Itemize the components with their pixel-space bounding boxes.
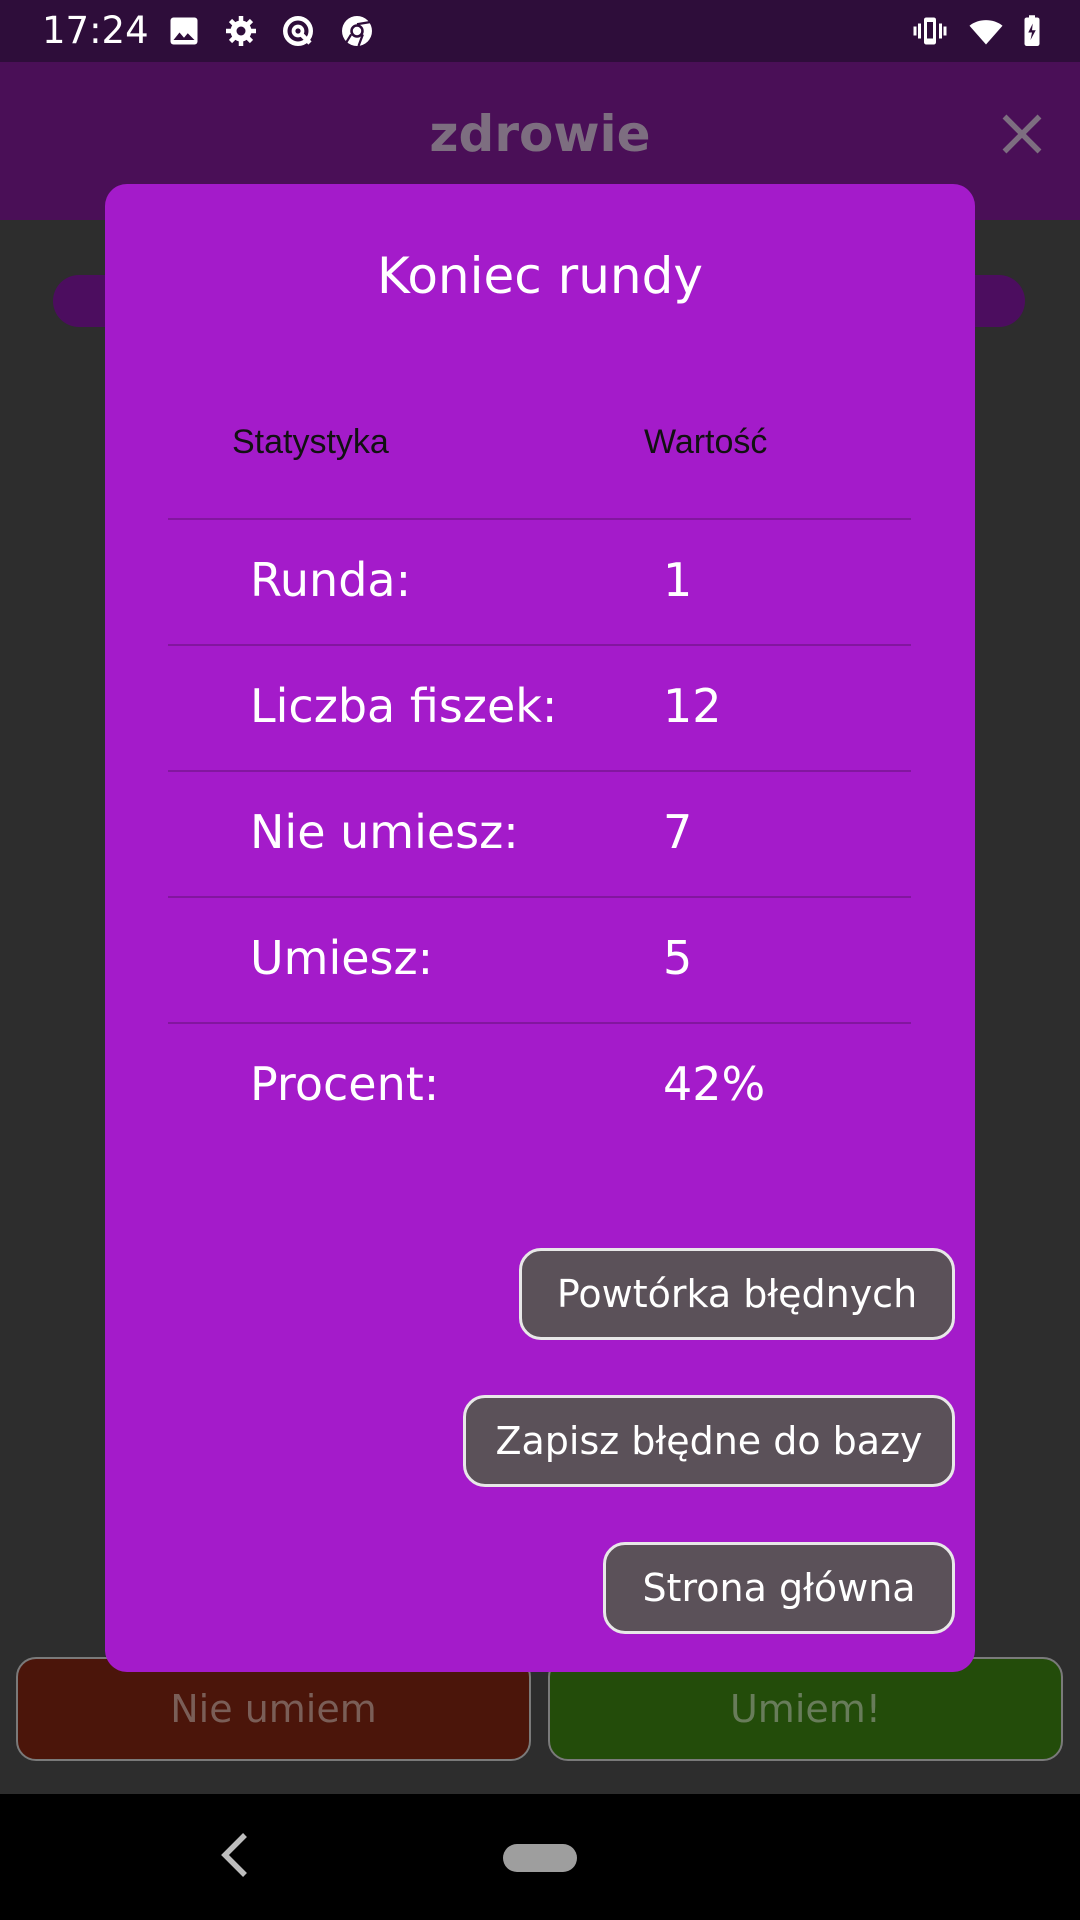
dialog-title: Koniec rundy bbox=[377, 247, 703, 305]
column-header-value: Wartość bbox=[644, 423, 768, 461]
stat-label: Umiesz: bbox=[250, 931, 434, 985]
stat-row: Procent: 42% bbox=[168, 1022, 911, 1150]
round-summary-dialog: Koniec rundy Statystyka Wartość Runda: 1… bbox=[105, 184, 975, 1672]
dont-know-button[interactable]: Nie umiem bbox=[16, 1657, 531, 1761]
stat-label: Runda: bbox=[250, 553, 412, 607]
stat-label: Liczba fiszek: bbox=[250, 679, 558, 733]
gear-icon bbox=[226, 16, 256, 46]
status-bar: 17:24 bbox=[0, 0, 1080, 62]
stat-row: Nie umiesz: 7 bbox=[168, 770, 911, 898]
stat-value: 12 bbox=[663, 679, 722, 733]
stat-value: 42% bbox=[663, 1057, 766, 1111]
image-icon bbox=[170, 17, 198, 45]
data-saver-icon bbox=[283, 16, 313, 46]
close-icon[interactable] bbox=[992, 104, 1052, 164]
repeat-wrong-button[interactable]: Powtórka błędnych bbox=[519, 1248, 955, 1340]
stat-row: Umiesz: 5 bbox=[168, 896, 911, 1024]
save-wrong-button[interactable]: Zapisz błędne do bazy bbox=[463, 1395, 955, 1487]
stat-value: 7 bbox=[663, 805, 693, 859]
home-button[interactable]: Strona główna bbox=[603, 1542, 955, 1634]
stat-value: 5 bbox=[663, 931, 693, 985]
wifi-icon bbox=[969, 20, 1003, 45]
back-icon[interactable] bbox=[218, 1830, 252, 1880]
stat-row: Runda: 1 bbox=[168, 518, 911, 646]
status-time: 17:24 bbox=[42, 9, 149, 52]
battery-charging-icon bbox=[1024, 15, 1040, 46]
chrome-icon bbox=[342, 16, 372, 47]
column-header-stat: Statystyka bbox=[232, 423, 389, 461]
vibrate-icon bbox=[913, 17, 947, 45]
stat-row: Liczba fiszek: 12 bbox=[168, 644, 911, 772]
know-button[interactable]: Umiem! bbox=[548, 1657, 1063, 1761]
home-pill[interactable] bbox=[503, 1844, 577, 1872]
stat-label: Procent: bbox=[250, 1057, 440, 1111]
stat-label: Nie umiesz: bbox=[250, 805, 519, 859]
app-title: zdrowie bbox=[429, 105, 651, 163]
stat-value: 1 bbox=[663, 553, 693, 607]
